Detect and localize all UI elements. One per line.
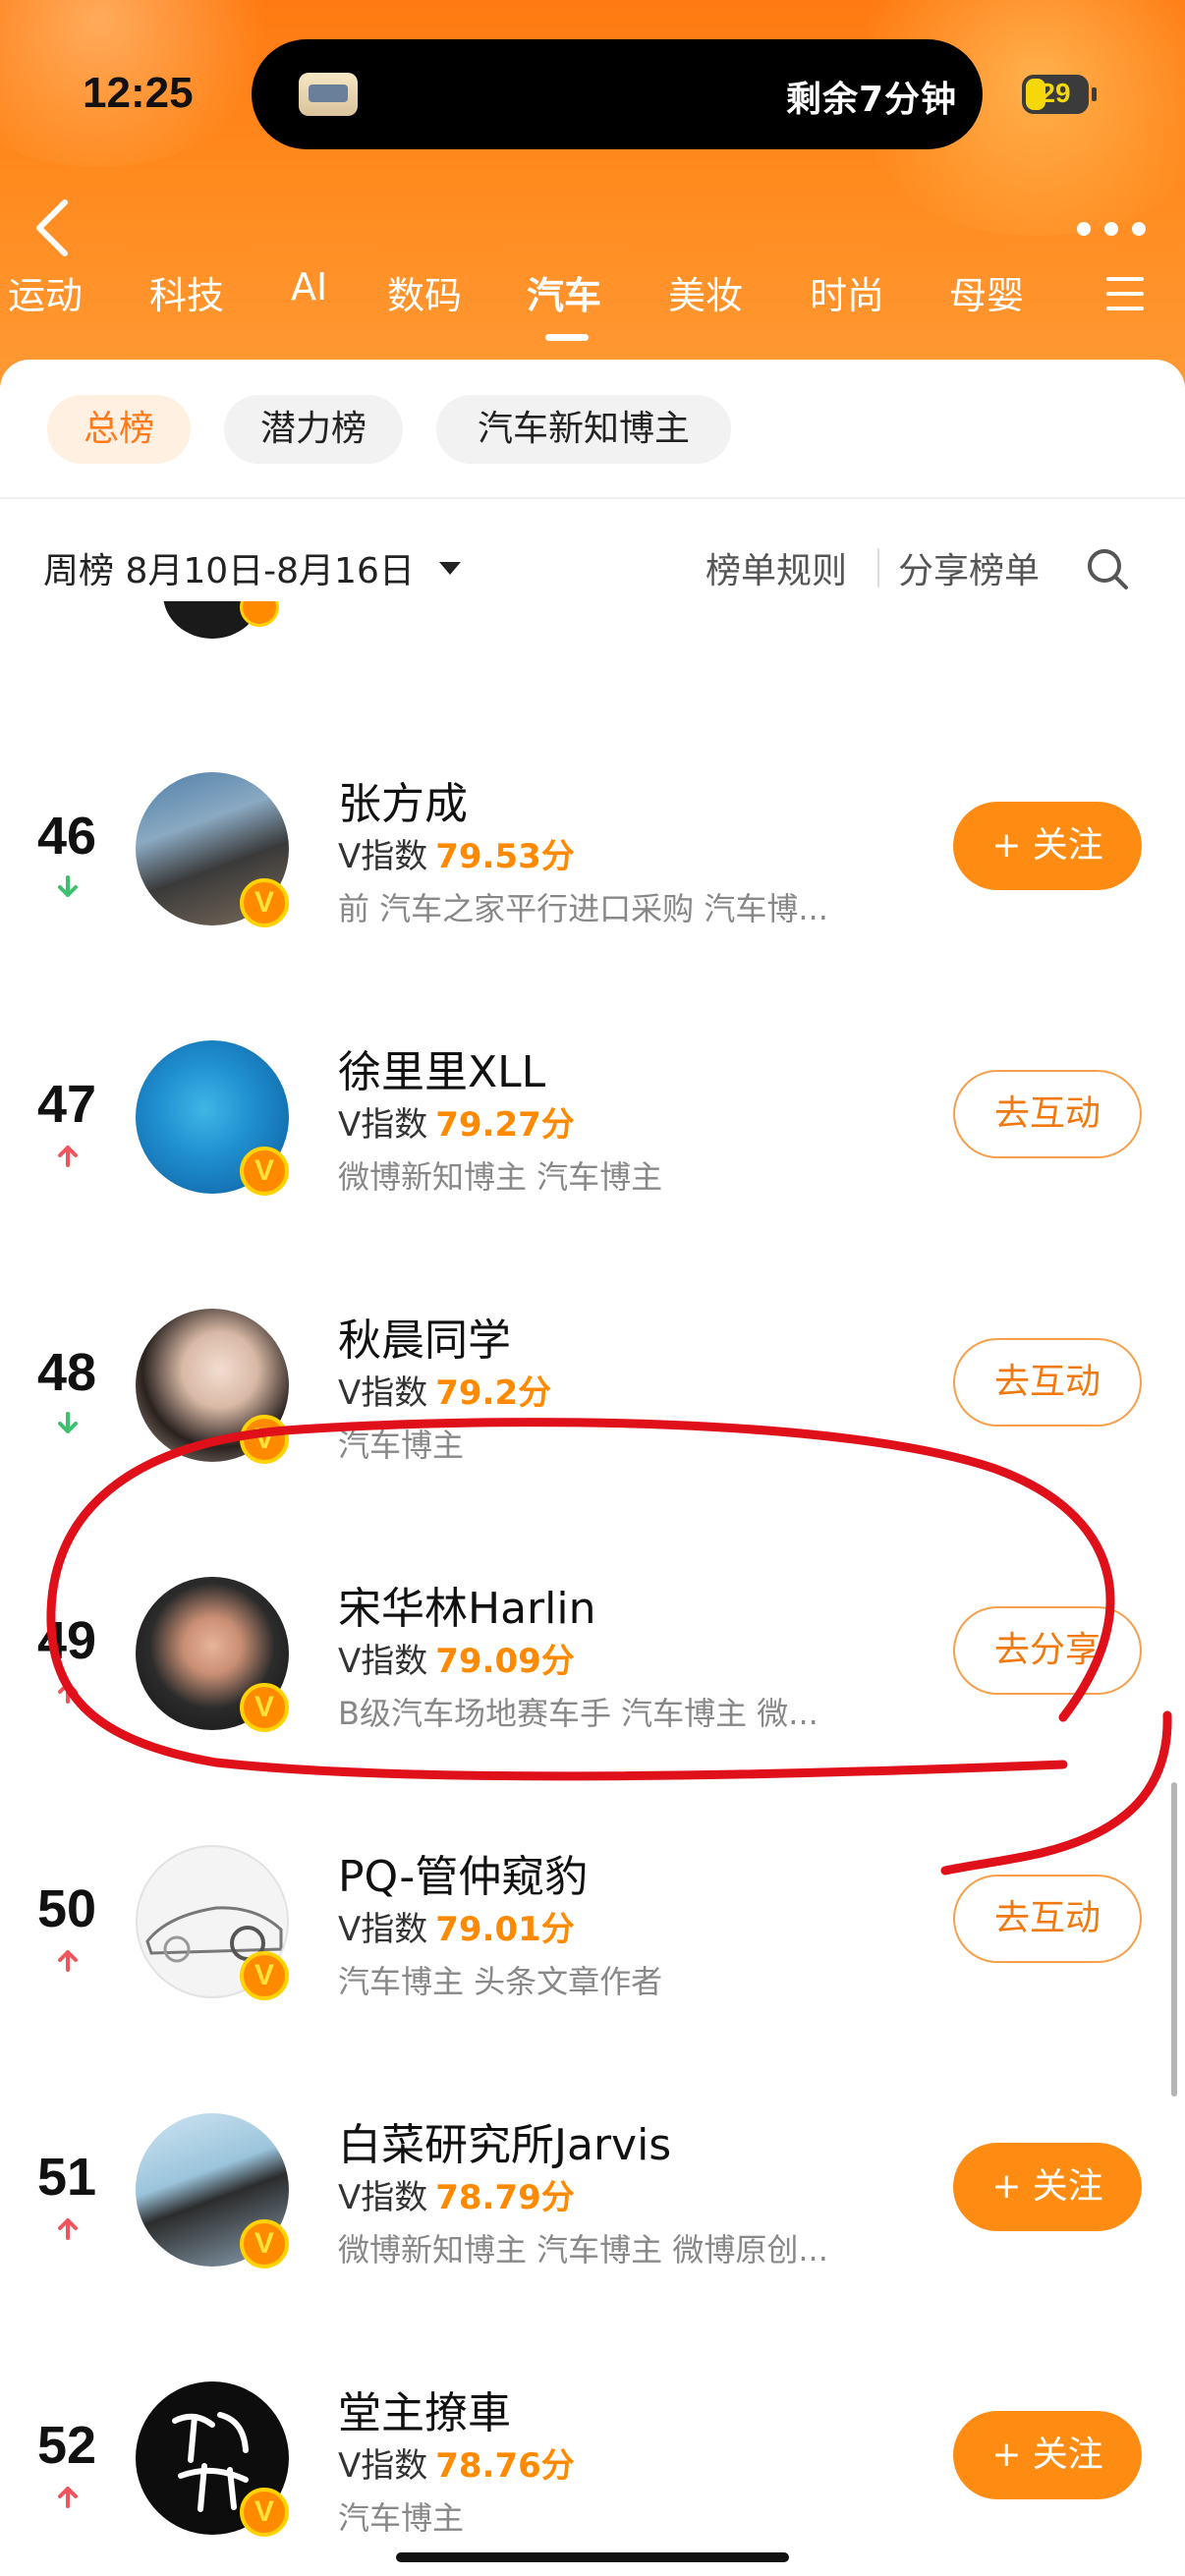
subtab-potential[interactable]: 潜力榜 xyxy=(224,395,403,464)
verified-badge: V xyxy=(240,2488,289,2537)
subtab-overall[interactable]: 总榜 xyxy=(47,395,191,464)
share-list-link[interactable]: 分享榜单 xyxy=(898,542,1040,593)
trend-up-icon xyxy=(58,2487,78,2508)
v-index: V指数 78.76分 xyxy=(338,2446,575,2486)
scrollbar[interactable] xyxy=(1171,1782,1177,2097)
list-item[interactable]: 47 V 徐里里XLL V指数 79.27分 微博新知博主 汽车博主 去互动 xyxy=(0,1013,1185,1281)
trend-up-icon xyxy=(58,1950,78,1972)
rank-number: 46 xyxy=(36,807,97,866)
tab-tech[interactable]: 科技 xyxy=(149,265,224,334)
blogger-name[interactable]: 秋晨同学 xyxy=(338,1305,511,1368)
week-selector[interactable]: 周榜 8月10日-8月16日 xyxy=(43,542,415,593)
blogger-name[interactable]: 张方成 xyxy=(338,768,468,831)
link-separator xyxy=(877,548,879,588)
v-index: V指数 79.2分 xyxy=(338,1373,552,1413)
v-index: V指数 79.27分 xyxy=(338,1105,575,1145)
trend-up-icon xyxy=(58,1682,78,1704)
search-icon[interactable] xyxy=(1085,546,1130,591)
back-icon[interactable] xyxy=(33,198,73,257)
follow-button[interactable]: + 关注 xyxy=(953,802,1142,890)
verified-badge: V xyxy=(240,878,289,927)
island-timer-text: 剩余7分钟 xyxy=(785,80,957,120)
v-index: V指数 79.53分 xyxy=(338,837,575,876)
verified-badge: V xyxy=(240,1147,289,1196)
rank-number: 49 xyxy=(36,1611,97,1670)
list-item[interactable]: 51 V 白菜研究所Jarvis V指数 78.79分 微博新知博主 汽车博主 微… xyxy=(0,2086,1185,2354)
trend-up-icon xyxy=(58,2218,78,2240)
home-indicator[interactable] xyxy=(396,2552,789,2562)
v-index: V指数 79.01分 xyxy=(338,1910,575,1949)
v-index: V指数 78.79分 xyxy=(338,2178,575,2217)
blogger-desc: 微博新知博主 汽车博主 xyxy=(338,1158,663,1196)
category-tabs: 运动 科技 AI 数码 汽车 美妆 时尚 母婴 xyxy=(0,265,1185,344)
trend-up-icon xyxy=(58,1146,78,1167)
blogger-desc: 汽车博主 xyxy=(338,2499,465,2537)
interact-button[interactable]: 去互动 xyxy=(953,1875,1142,1963)
more-icon[interactable] xyxy=(1077,214,1146,244)
list-item[interactable]: 48 V 秋晨同学 V指数 79.2分 汽车博主 去互动 xyxy=(0,1281,1185,1549)
tab-ai[interactable]: AI xyxy=(291,265,327,334)
verified-badge: V xyxy=(240,1951,289,2000)
rank-number: 48 xyxy=(36,1343,97,1402)
share-button[interactable]: 去分享 xyxy=(953,1606,1142,1695)
battery-level: 29 xyxy=(1040,78,1071,108)
list-item[interactable]: 52 V 堂主撩車 V指数 78.76分 汽车博主 + 关注 xyxy=(0,2354,1185,2576)
blogger-name[interactable]: 宋华林Harlin xyxy=(338,1573,595,1636)
v-index: V指数 79.09分 xyxy=(338,1642,575,1681)
verified-badge: V xyxy=(240,1415,289,1464)
menu-icon[interactable] xyxy=(1106,277,1144,310)
trend-down-icon xyxy=(58,1412,78,1433)
app-icon xyxy=(299,73,358,116)
trend-down-icon xyxy=(58,875,78,897)
blogger-desc: 前 汽车之家平行进口采购 汽车博... xyxy=(338,890,828,927)
blogger-name[interactable]: 徐里里XLL xyxy=(338,1036,545,1099)
blogger-desc: 微博新知博主 汽车博主 微博原创... xyxy=(338,2231,828,2268)
rules-link[interactable]: 榜单规则 xyxy=(705,542,847,593)
rank-number: 51 xyxy=(36,2148,97,2207)
verified-badge: V xyxy=(240,2219,289,2268)
tab-auto[interactable]: 汽车 xyxy=(527,265,601,334)
tab-sports[interactable]: 运动 xyxy=(8,265,83,334)
list-item[interactable]: 50 V PQ-管仲窥豹 V指数 79.01分 汽车博主 头条文章作者 去互动 xyxy=(0,1818,1185,2086)
tab-digital[interactable]: 数码 xyxy=(387,265,462,334)
rank-number: 52 xyxy=(36,2416,97,2475)
active-tab-indicator xyxy=(545,334,589,341)
verified-badge: V xyxy=(240,1683,289,1732)
blogger-desc: 汽车博主 xyxy=(338,1427,465,1464)
interact-button[interactable]: 去互动 xyxy=(953,1338,1142,1427)
list-item[interactable]: 49 V 宋华林Harlin V指数 79.09分 B级汽车场地赛车手 汽车博主 … xyxy=(0,1549,1185,1818)
tab-beauty[interactable]: 美妆 xyxy=(668,265,743,334)
status-time: 12:25 xyxy=(83,69,194,117)
ranking-list: 46 V 张方成 V指数 79.53分 前 汽车之家平行进口采购 汽车博... +… xyxy=(0,601,1185,2576)
divider xyxy=(0,497,1185,499)
blogger-name[interactable]: PQ-管仲窥豹 xyxy=(338,1841,588,1904)
rank-number: 50 xyxy=(36,1879,97,1938)
caret-down-icon[interactable] xyxy=(439,562,461,575)
blogger-name[interactable]: 堂主撩車 xyxy=(338,2378,511,2440)
follow-button[interactable]: + 关注 xyxy=(953,2143,1142,2231)
interact-button[interactable]: 去互动 xyxy=(953,1070,1142,1158)
subtab-new-auto-bloggers[interactable]: 汽车新知博主 xyxy=(436,395,731,464)
follow-button[interactable]: + 关注 xyxy=(953,2411,1142,2499)
rank-number: 47 xyxy=(36,1075,97,1134)
list-item[interactable]: 46 V 张方成 V指数 79.53分 前 汽车之家平行进口采购 汽车博... +… xyxy=(0,745,1185,1013)
tab-fashion[interactable]: 时尚 xyxy=(810,265,884,334)
blogger-name[interactable]: 白菜研究所Jarvis xyxy=(338,2109,671,2172)
blogger-desc: 汽车博主 头条文章作者 xyxy=(338,1963,663,2000)
battery-icon: 29 xyxy=(1022,75,1097,114)
tab-parenting[interactable]: 母婴 xyxy=(949,265,1024,334)
blogger-desc: B级汽车场地赛车手 汽车博主 微... xyxy=(338,1695,818,1732)
dynamic-island[interactable]: 剩余7分钟 xyxy=(252,39,983,149)
